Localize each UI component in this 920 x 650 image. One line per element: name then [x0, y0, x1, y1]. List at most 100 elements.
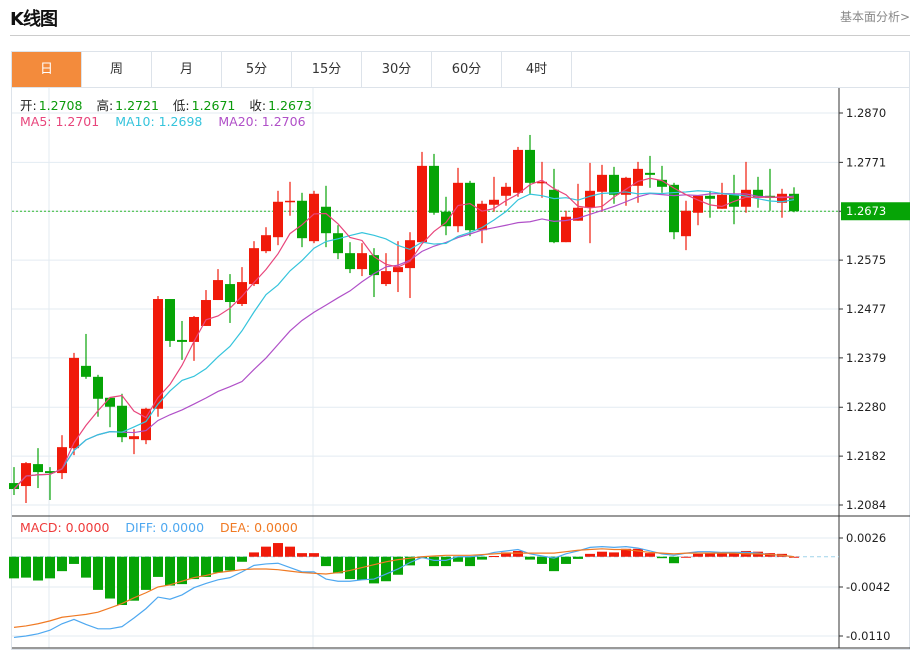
candle-body: [597, 174, 607, 192]
macd-bar: [309, 553, 319, 557]
ma20-value: MA20: 1.2706: [218, 114, 306, 129]
macd-bar: [345, 556, 355, 580]
candle-body: [33, 464, 43, 473]
candle-body: [129, 436, 139, 440]
high-value: 1.2721: [115, 98, 159, 113]
macd-bar: [249, 552, 259, 557]
macd-value: MACD: 0.0000: [20, 520, 110, 535]
candle-body: [429, 165, 439, 213]
ma20-line: [13, 192, 795, 490]
ma10-value: MA10: 1.2698: [115, 114, 203, 129]
macd-bar: [213, 556, 223, 573]
candle-body: [153, 299, 163, 409]
price-tick-label: 1.2379: [846, 351, 886, 365]
dea-value: DEA: 0.0000: [220, 520, 298, 535]
macd-bar: [657, 556, 667, 559]
candle-body: [645, 172, 655, 175]
candle-body: [165, 299, 175, 341]
macd-legend: MACD: 0.0000 DIFF: 0.0000 DEA: 0.0000: [20, 520, 300, 535]
macd-bar: [81, 556, 91, 578]
ohlc-legend: 开: 1.2708 高: 1.2721 低: 1.2671 收: 1.2673: [20, 95, 322, 114]
macd-tick-label: -0.0042: [846, 580, 890, 594]
macd-bar: [645, 553, 655, 557]
candle-body: [345, 253, 355, 270]
price-tick-label: 1.2280: [846, 400, 886, 414]
candle-body: [585, 190, 595, 208]
macd-bar: [201, 556, 211, 577]
candle-body: [285, 200, 295, 203]
macd-bar: [669, 556, 679, 564]
macd-bar: [165, 556, 175, 586]
candle-body: [705, 195, 715, 199]
macd-bar: [9, 556, 19, 579]
close-label: 收:: [249, 98, 267, 113]
macd-bar: [189, 556, 199, 580]
candle-body: [441, 211, 451, 227]
macd-bar: [225, 556, 235, 571]
ma-legend: MA5: 1.2701 MA10: 1.2698 MA20: 1.2706: [20, 114, 308, 129]
high-label: 高:: [96, 98, 114, 113]
macd-bar: [321, 556, 331, 567]
candle-body: [69, 357, 79, 449]
macd-bar: [333, 556, 343, 574]
macd-bar: [45, 556, 55, 579]
candle-body: [525, 149, 535, 183]
macd-bar: [609, 552, 619, 557]
candle-body: [297, 200, 307, 239]
macd-bar: [597, 551, 607, 557]
macd-bar: [693, 553, 703, 557]
candle-body: [225, 284, 235, 303]
macd-bar: [561, 556, 571, 564]
candle-body: [681, 210, 691, 237]
candle-body: [261, 235, 271, 252]
candle-body: [81, 365, 91, 377]
low-value: 1.2671: [191, 98, 236, 113]
candle-body: [489, 199, 499, 205]
macd-bar: [69, 556, 79, 564]
candle-body: [177, 339, 187, 342]
macd-bar: [285, 546, 295, 557]
candle-body: [381, 271, 391, 285]
macd-bar: [537, 556, 547, 564]
candle-body: [405, 240, 415, 269]
price-tick-label: 1.2182: [846, 449, 886, 463]
open-label: 开:: [20, 98, 37, 113]
candle-body: [393, 267, 403, 273]
candle-body: [141, 408, 151, 441]
candle-body: [609, 174, 619, 195]
candle-body: [465, 182, 475, 231]
ma5-value: MA5: 1.2701: [20, 114, 100, 129]
price-tick-label: 1.2575: [846, 253, 886, 267]
macd-bar: [525, 556, 535, 560]
macd-bar: [129, 556, 139, 601]
macd-bar: [465, 556, 475, 567]
macd-bar: [273, 543, 283, 557]
candle-body: [189, 316, 199, 342]
macd-bar: [105, 556, 115, 599]
macd-bar: [489, 556, 499, 558]
macd-bar: [93, 556, 103, 590]
open-value: 1.2708: [38, 98, 83, 113]
close-value: 1.2673: [268, 98, 312, 113]
macd-bar: [549, 556, 559, 572]
diff-value: DIFF: 0.0000: [125, 520, 205, 535]
candle-body: [273, 201, 283, 238]
macd-bar: [477, 556, 487, 560]
macd-bar: [441, 556, 451, 567]
macd-bar: [33, 556, 43, 581]
candle-body: [501, 186, 511, 196]
macd-bar: [573, 556, 583, 559]
candle-body: [321, 206, 331, 234]
price-tick-label: 1.2771: [846, 155, 886, 169]
candle-body: [477, 203, 487, 231]
macd-bar: [261, 546, 271, 557]
macd-bar: [513, 550, 523, 557]
macd-tick-label: 0.0026: [846, 531, 886, 545]
candle-body: [201, 300, 211, 326]
low-label: 低:: [172, 98, 190, 113]
price-tick-label: 1.2084: [846, 498, 886, 512]
last-price-label: 1.2673: [846, 204, 886, 218]
candle-body: [417, 165, 427, 243]
price-tick-label: 1.2870: [846, 106, 886, 120]
price-tick-label: 1.2477: [846, 302, 886, 316]
